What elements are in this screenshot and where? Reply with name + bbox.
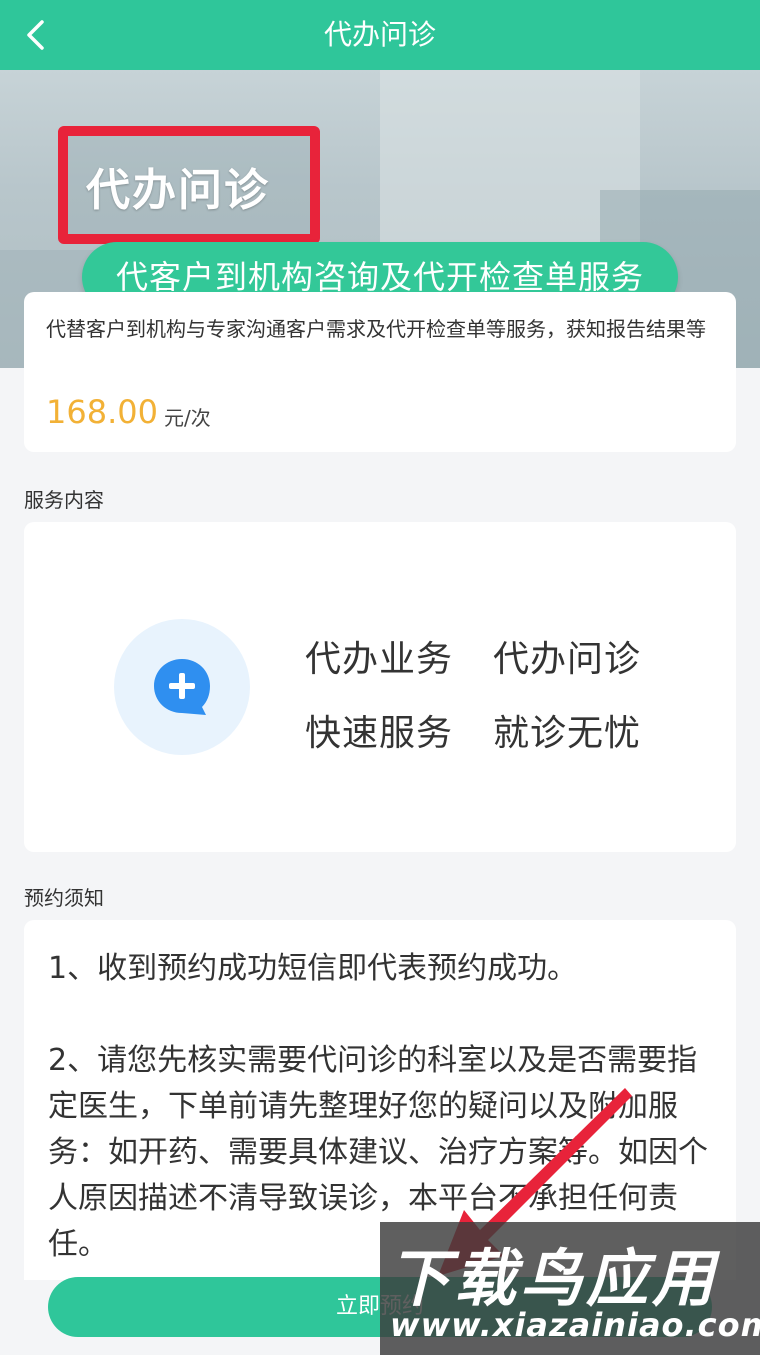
service-tag: 快速服务	[305, 713, 454, 754]
section-label-service: 服务内容	[24, 488, 104, 512]
price-unit: 元/次	[164, 406, 211, 430]
page-title: 代办问诊	[323, 18, 436, 51]
service-card: 代办业务 代办问诊 快速服务 就诊无忧	[24, 522, 736, 852]
service-icon-circle	[114, 619, 250, 755]
price-value: 168.00	[46, 393, 158, 431]
service-tag: 就诊无忧	[493, 713, 642, 754]
service-tag: 代办问诊	[493, 639, 642, 680]
notice-item: 1、收到预约成功短信即代表预约成功。	[48, 951, 578, 986]
section-label-notice: 预约须知	[24, 886, 104, 910]
service-tag: 代办业务	[305, 639, 454, 680]
watermark-logo: 下载鸟应用	[388, 1242, 719, 1315]
banner-title: 代办问诊	[86, 165, 270, 216]
watermark-url: www.xiazainiao.com	[390, 1306, 760, 1344]
top-bar: 代办问诊	[0, 0, 760, 70]
watermark: 下载鸟应用 www.xiazainiao.com	[380, 1222, 760, 1355]
chat-plus-icon	[154, 659, 210, 715]
service-description: 代替客户到机构与专家沟通客户需求及代开检查单等服务，获知报告结果等	[46, 317, 706, 341]
